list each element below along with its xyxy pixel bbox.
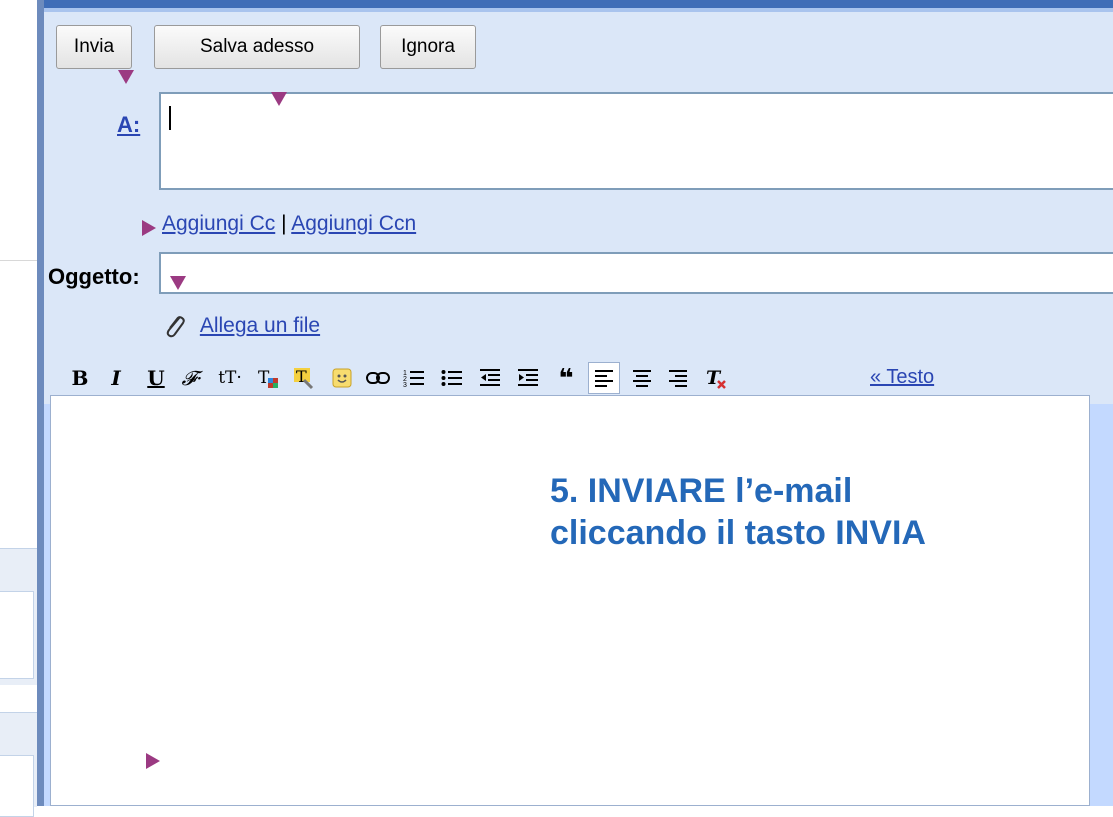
sidebar-divider bbox=[0, 260, 37, 261]
compose-top-bar bbox=[44, 0, 1113, 12]
underline-icon[interactable]: U bbox=[140, 362, 172, 394]
add-cc-link[interactable]: Aggiungi Cc bbox=[162, 212, 275, 235]
compose-window: Invia Salva adesso Ignora A: Aggiungi Cc… bbox=[37, 0, 1113, 806]
subject-label: Oggetto: bbox=[48, 264, 140, 289]
message-body[interactable] bbox=[50, 395, 1090, 806]
instruction-line-1: 5. INVIARE l’e-mail bbox=[550, 472, 853, 510]
link-separator: | bbox=[281, 212, 287, 235]
bold-icon[interactable]: B bbox=[64, 362, 96, 394]
font-icon[interactable]: 𝓕· bbox=[176, 362, 208, 394]
send-button[interactable]: Invia bbox=[56, 25, 132, 69]
background-sidebar bbox=[0, 0, 37, 817]
to-label[interactable]: A: bbox=[117, 112, 140, 138]
decrease-indent-icon[interactable] bbox=[474, 362, 506, 394]
plain-text-link[interactable]: « Testo bbox=[870, 366, 934, 389]
font-size-icon[interactable]: tT· bbox=[214, 362, 246, 394]
instruction-caption: 5. INVIARE l’e-mail cliccando il tasto I… bbox=[550, 470, 926, 554]
to-field[interactable] bbox=[159, 92, 1113, 190]
text-caret bbox=[169, 106, 171, 130]
paperclip-icon bbox=[162, 313, 188, 339]
remove-formatting-icon[interactable]: T bbox=[700, 362, 732, 394]
sidebar-panel-content bbox=[0, 755, 34, 817]
save-now-button[interactable]: Salva adesso bbox=[154, 25, 360, 69]
sidebar-panel-content bbox=[0, 591, 34, 679]
emoticon-icon[interactable] bbox=[326, 362, 358, 394]
align-right-icon[interactable] bbox=[662, 362, 694, 394]
highlight-icon[interactable]: T bbox=[288, 362, 320, 394]
pointer-marker bbox=[118, 70, 134, 84]
instruction-line-2: cliccando il tasto INVIA bbox=[550, 514, 926, 552]
sidebar-panel bbox=[0, 712, 37, 817]
cc-bcc-links: Aggiungi Cc | Aggiungi Ccn bbox=[162, 212, 416, 236]
subject-field[interactable] bbox=[159, 252, 1113, 294]
sidebar-panel bbox=[0, 548, 37, 685]
link-icon[interactable] bbox=[362, 362, 394, 394]
increase-indent-icon[interactable] bbox=[512, 362, 544, 394]
bulleted-list-icon[interactable] bbox=[436, 362, 468, 394]
pointer-marker bbox=[271, 92, 287, 106]
add-bcc-link[interactable]: Aggiungi Ccn bbox=[291, 212, 416, 235]
pointer-marker bbox=[142, 220, 156, 236]
svg-text:3: 3 bbox=[403, 382, 407, 389]
numbered-list-icon[interactable]: 123 bbox=[398, 362, 430, 394]
attach-file-link[interactable]: Allega un file bbox=[200, 314, 320, 337]
attach-file[interactable]: Allega un file bbox=[162, 313, 320, 339]
quote-icon[interactable]: ❝ bbox=[550, 362, 582, 394]
pointer-marker bbox=[146, 753, 160, 769]
align-left-icon[interactable] bbox=[588, 362, 620, 394]
pointer-marker bbox=[170, 276, 186, 290]
italic-icon[interactable]: I bbox=[100, 362, 132, 394]
text-color-icon[interactable]: T bbox=[252, 362, 284, 394]
discard-button[interactable]: Ignora bbox=[380, 25, 476, 69]
align-center-icon[interactable] bbox=[626, 362, 658, 394]
